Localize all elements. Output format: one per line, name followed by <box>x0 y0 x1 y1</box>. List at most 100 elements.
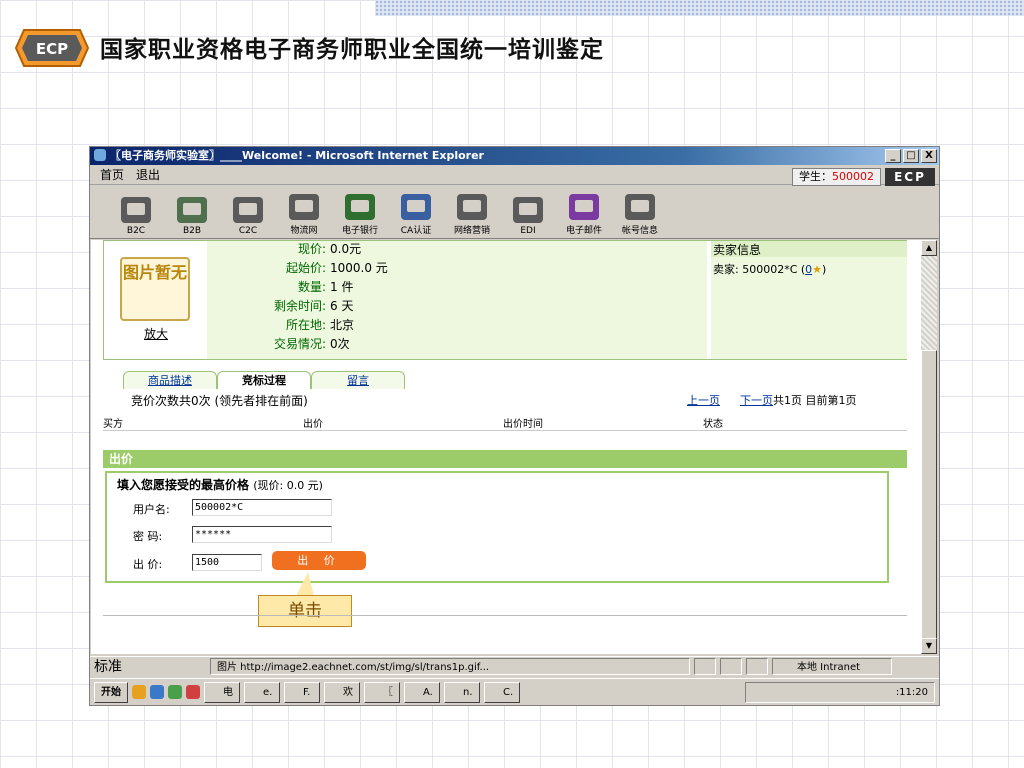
star-icon: ★ <box>812 263 823 276</box>
click-callout: 单击 <box>258 595 352 627</box>
status-cell <box>746 658 768 675</box>
scroll-up-icon[interactable]: ▲ <box>921 240 937 256</box>
ecp-logo: ECP <box>14 29 90 67</box>
tool-marketing[interactable]: 网络营销 <box>444 187 500 239</box>
bid-form-heading-text: 填入您愿接受的最高价格 <box>117 478 250 492</box>
student-id: 500002 <box>832 170 874 183</box>
certificate-icon <box>401 194 431 220</box>
callout-pointer <box>296 572 314 596</box>
task-button[interactable]: A. <box>404 681 440 703</box>
status-text: 图片 http://image2.eachnet.com/st/img/sl/t… <box>210 658 690 675</box>
tool-label: EDI <box>520 226 536 236</box>
tool-account[interactable]: 帐号信息 <box>612 187 668 239</box>
prev-page-link[interactable]: 上一页 <box>687 394 720 407</box>
tab-bidding[interactable]: 竞标过程 <box>217 371 311 389</box>
seller-info-title: 卖家信息 <box>713 243 762 257</box>
divider <box>103 615 907 616</box>
mail-icon <box>569 194 599 220</box>
menu-logout[interactable]: 退出 <box>136 165 160 184</box>
quicklaunch-icon[interactable] <box>186 685 200 699</box>
maximize-button[interactable]: □ <box>903 149 919 163</box>
tool-label: 物流网 <box>290 226 318 236</box>
tool-email[interactable]: 电子邮件 <box>556 187 612 239</box>
task-button[interactable]: C. <box>484 681 520 703</box>
info-row-price: 现价: 0.0元 <box>234 240 574 256</box>
info-row-quantity: 数量: 1 件 <box>234 278 574 294</box>
info-label: 数量: <box>297 280 326 294</box>
ie-icon <box>94 149 106 161</box>
info-value: 1000.0 元 <box>330 261 388 275</box>
bid-count-summary: 竞价次数共0次 (领先者排在前面) <box>131 394 308 408</box>
tool-ca[interactable]: CA认证 <box>388 187 444 239</box>
bid-form: 填入您愿接受的最高价格 (现价: 0.0 元) 用户名: 500002*C 密 … <box>105 471 889 583</box>
tool-label: C2C <box>238 226 258 236</box>
vertical-scrollbar[interactable]: ▲ ▼ <box>921 240 937 654</box>
edi-icon <box>513 197 543 223</box>
info-label: 起始价: <box>285 261 326 275</box>
page-info: 共1页 目前第1页 <box>773 394 857 407</box>
info-value: 0次 <box>330 337 350 351</box>
ime-indicator[interactable]: 标准 <box>90 658 210 676</box>
quicklaunch-icon[interactable] <box>168 685 182 699</box>
truck-icon <box>289 194 319 220</box>
close-button[interactable]: X <box>921 149 937 163</box>
tool-ebank[interactable]: 电子银行 <box>332 187 388 239</box>
task-button[interactable]: 电 <box>204 681 240 703</box>
info-value: 1 件 <box>330 280 354 294</box>
col-buyer: 买方 <box>103 419 123 430</box>
task-button[interactable]: 〖 <box>364 681 400 703</box>
col-status: 状态 <box>703 419 723 430</box>
task-button[interactable]: e. <box>244 681 280 703</box>
tool-b2c[interactable]: B2C <box>108 187 164 239</box>
student-indicator: 学生：500002 <box>792 168 881 186</box>
username-field[interactable]: 500002*C <box>192 499 332 516</box>
window-titlebar[interactable]: 〖电子商务师实验室〗____Welcome! - Microsoft Inter… <box>90 147 939 165</box>
tab-description[interactable]: 商品描述 <box>123 371 217 389</box>
info-value: 0.0元 <box>330 242 362 256</box>
zoom-link[interactable]: 放大 <box>144 325 168 342</box>
next-page-link[interactable]: 下一页 <box>740 394 773 407</box>
detail-tabs: 商品描述 竞标过程 留言 <box>123 371 405 389</box>
price-field[interactable]: 1500 <box>192 554 262 571</box>
tab-messages[interactable]: 留言 <box>311 371 405 389</box>
info-row-time-left: 剩余时间: 6 天 <box>234 297 574 313</box>
info-label: 所在地: <box>285 318 326 332</box>
menu-home[interactable]: 首页 <box>100 165 124 184</box>
col-bid-time: 出价时间 <box>503 419 543 430</box>
tool-label: 电子邮件 <box>565 226 602 236</box>
info-label: 剩余时间: <box>273 299 326 313</box>
col-bid: 出价 <box>303 419 323 430</box>
goods-info-box: 图片暂无 放大 现价: 0.0元 起始价: 1000.0 元 数量: 1 件 剩… <box>103 240 907 360</box>
quicklaunch-icon[interactable] <box>150 685 164 699</box>
seller-panel <box>711 241 907 359</box>
scroll-down-icon[interactable]: ▼ <box>921 638 937 654</box>
bid-button[interactable]: 出 价 <box>272 551 366 570</box>
page-content: 图片暂无 放大 现价: 0.0元 起始价: 1000.0 元 数量: 1 件 剩… <box>91 240 921 654</box>
task-button[interactable]: F. <box>284 681 320 703</box>
quicklaunch-icon[interactable] <box>132 685 146 699</box>
start-button[interactable]: 开始 <box>94 681 128 703</box>
task-button[interactable]: 欢 <box>324 681 360 703</box>
system-tray-clock[interactable]: :11:20 <box>745 681 935 703</box>
student-label: 学生： <box>799 170 832 183</box>
minimize-button[interactable]: _ <box>885 149 901 163</box>
tool-b2b[interactable]: B2B <box>164 187 220 239</box>
username-label: 用户名: <box>133 503 170 516</box>
password-label: 密 码: <box>133 530 163 543</box>
seller-info-line: 卖家: 500002*C (0★) <box>713 261 826 277</box>
tool-label: CA认证 <box>400 226 432 236</box>
status-cell <box>720 658 742 675</box>
tool-c2c[interactable]: C2C <box>220 187 276 239</box>
seller-name: 卖家: 500002*C ( <box>713 263 806 276</box>
marketing-icon <box>457 194 487 220</box>
scroll-thumb[interactable] <box>921 350 937 640</box>
tool-edi[interactable]: EDI <box>500 187 556 239</box>
tool-logistics[interactable]: 物流网 <box>276 187 332 239</box>
password-field[interactable]: ****** <box>192 526 332 543</box>
bid-section-bar: 出价 <box>103 450 907 468</box>
tool-label: 电子银行 <box>341 226 378 236</box>
task-button[interactable]: n. <box>444 681 480 703</box>
price-label: 出 价: <box>133 558 163 571</box>
bank-icon <box>345 194 375 220</box>
module-toolbar: B2C B2B C2C 物流网 电子银行 CA认证 网络营销 EDI 电子邮件 … <box>90 187 939 239</box>
